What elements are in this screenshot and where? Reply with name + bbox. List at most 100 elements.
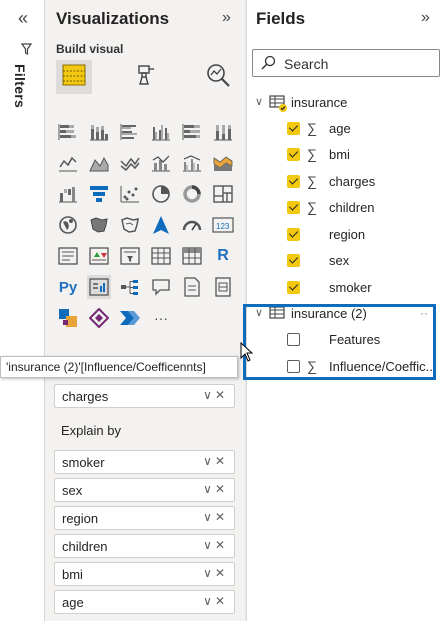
decomposition-tree-icon[interactable] [118,275,142,299]
table-visual-icon[interactable] [149,244,173,268]
highlight-box [243,304,436,380]
field-checkbox[interactable] [287,122,300,135]
more-visuals-button[interactable]: ··· [149,306,173,330]
field-checkbox[interactable] [287,175,300,188]
line-chart-icon[interactable] [56,151,80,175]
power-automate-flow-icon[interactable] [118,306,142,330]
area-chart-icon[interactable] [87,151,111,175]
search-field[interactable]: Search [252,49,440,77]
well-controls[interactable]: ∨✕ [203,594,228,608]
format-mode-tab[interactable] [128,60,164,94]
explain-by-label: Explain by [61,423,121,438]
table-icon [269,95,289,116]
explain-field-name: smoker [62,455,105,470]
stacked-column-chart-icon[interactable] [87,120,111,144]
format-brush-icon [134,63,158,92]
table-name: insurance [291,95,348,110]
power-automate-visual-icon[interactable] [87,306,111,330]
card-icon[interactable]: 123 [211,213,235,237]
line-and-clustered-column-chart-icon[interactable] [180,151,204,175]
field-name: children [329,200,375,215]
field-name: sex [329,253,350,268]
filters-pane: « Filters [0,0,45,621]
map-icon[interactable] [56,213,80,237]
explain-field-name: bmi [62,567,83,582]
stacked-bar-chart-icon[interactable] [56,120,80,144]
svg-text:123: 123 [216,222,230,231]
clustered-bar-chart-icon[interactable] [118,120,142,144]
fields-title: Fields [256,9,306,28]
build-mode-tabs [56,60,236,101]
treemap-icon[interactable] [211,182,235,206]
explain-field-name: sex [62,483,83,498]
explain-well-item[interactable]: bmi ∨✕ [54,562,235,586]
explain-well-item[interactable]: sex ∨✕ [54,478,235,502]
explain-field-name: children [62,539,108,554]
smart-narrative-icon[interactable] [180,275,204,299]
slicer-icon[interactable] [118,244,142,268]
sigma-icon: ∑ [307,173,317,189]
sigma-icon: ∑ [307,120,317,136]
analytics-mode-tab[interactable] [200,60,236,94]
python-visual-icon[interactable]: Py [56,275,80,299]
matrix-icon[interactable] [180,244,204,268]
search-placeholder: Search [284,56,329,72]
field-checkbox[interactable] [287,228,300,241]
visualizations-title: Visualizations [56,9,170,28]
field-checkbox[interactable] [287,254,300,267]
r-script-visual-icon[interactable]: R [211,244,235,268]
qa-visual-icon[interactable] [149,275,173,299]
ribbon-chart-icon[interactable] [211,151,235,175]
well-controls[interactable]: ∨✕ [203,482,228,496]
chevron-down-icon[interactable]: ∨ [255,95,263,108]
well-controls[interactable]: ∨✕ [203,510,228,524]
expand-visualizations-button[interactable]: » [222,9,231,27]
explain-well-item[interactable]: children ∨✕ [54,534,235,558]
pie-chart-icon[interactable] [149,182,173,206]
line-and-stacked-column-chart-icon[interactable] [149,151,173,175]
field-name: smoker [329,280,372,295]
filter-funnel-icon [20,42,33,58]
explain-well-item[interactable]: age ∨✕ [54,590,235,614]
well-controls[interactable]: ∨✕ [203,566,228,580]
well-controls[interactable]: ∨✕ [203,454,228,468]
field-checkbox[interactable] [287,201,300,214]
field-checkbox[interactable] [287,148,300,161]
expand-fields-button[interactable]: » [421,9,430,27]
azure-map-icon[interactable] [149,213,173,237]
collapse-filters-button[interactable]: « [18,8,28,29]
fields-mode-tab[interactable] [56,60,92,101]
well-controls[interactable]: ∨✕ [203,388,228,402]
explain-field-name: age [62,595,84,610]
analyze-well[interactable]: charges ∨✕ [54,384,235,408]
100-stacked-column-chart-icon[interactable] [211,120,235,144]
filters-label[interactable]: Filters [12,64,28,108]
explain-well-item[interactable]: smoker ∨✕ [54,450,235,474]
field-name: bmi [329,147,350,162]
multi-row-card-icon[interactable] [56,244,80,268]
funnel-chart-icon[interactable] [87,182,111,206]
power-apps-visual-icon[interactable] [56,306,80,330]
stacked-area-chart-icon[interactable] [118,151,142,175]
scatter-chart-icon[interactable] [118,182,142,206]
field-name: age [329,121,351,136]
kpi-icon[interactable] [87,244,111,268]
donut-chart-icon[interactable] [180,182,204,206]
build-visual-label: Build visual [56,42,124,56]
field-checkbox[interactable] [287,281,300,294]
field-name: charges [329,174,376,189]
key-influencers-icon[interactable] [87,275,111,299]
gauge-icon[interactable] [180,213,204,237]
analytics-magnifier-icon [205,62,231,93]
100-stacked-bar-chart-icon[interactable] [180,120,204,144]
explain-well-item[interactable]: region ∨✕ [54,506,235,530]
clustered-column-chart-icon[interactable] [149,120,173,144]
waterfall-chart-icon[interactable] [56,182,80,206]
mouse-cursor-icon [240,341,254,367]
well-controls[interactable]: ∨✕ [203,538,228,552]
filled-map-icon[interactable] [87,213,111,237]
shape-map-icon[interactable] [118,213,142,237]
sigma-icon: ∑ [307,146,317,162]
explain-field-name: region [62,511,99,526]
paginated-report-icon[interactable] [211,275,235,299]
